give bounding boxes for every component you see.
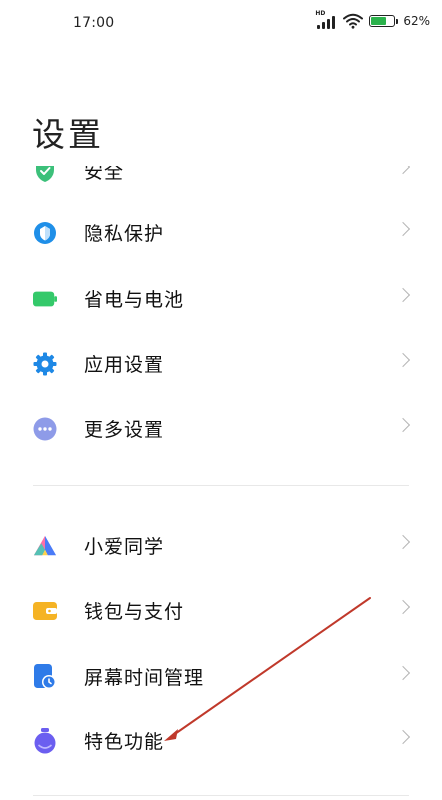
special-features-icon — [33, 728, 57, 754]
settings-item-wallet[interactable]: 钱包与支付 — [0, 590, 442, 630]
settings-item-label: 特色功能 — [84, 731, 165, 753]
chevron-right-icon — [395, 166, 411, 175]
settings-item-privacy[interactable]: 隐私保护 — [0, 212, 442, 252]
settings-item-label: 屏幕时间管理 — [84, 667, 205, 689]
settings-item-more-settings[interactable]: 更多设置 — [0, 408, 442, 448]
status-time: 17:00 — [73, 15, 115, 31]
xiaoai-icon — [33, 534, 57, 558]
more-dots-icon — [33, 417, 57, 441]
chevron-right-icon — [395, 729, 411, 745]
settings-item-special-features[interactable]: 特色功能 — [0, 720, 442, 760]
settings-screen: 17:00 HD 62% 设置 安全 隐私保护 省电与电池 应用设置 更多设置 … — [0, 0, 442, 800]
wifi-icon — [343, 13, 364, 29]
gear-icon — [33, 352, 57, 376]
battery-fill — [371, 17, 386, 25]
settings-item-label: 安全 — [84, 161, 125, 183]
chevron-right-icon — [395, 221, 411, 237]
page-title: 设置 — [32, 115, 104, 154]
settings-item-label: 更多设置 — [84, 419, 165, 441]
wallet-icon — [33, 599, 57, 623]
status-bar: 17:00 HD 62% — [0, 0, 442, 48]
battery-percent: 62% — [403, 14, 430, 28]
settings-item-label: 应用设置 — [84, 354, 165, 376]
settings-item-screen-time[interactable]: 屏幕时间管理 — [0, 656, 442, 696]
settings-item-app-settings[interactable]: 应用设置 — [0, 343, 442, 383]
chevron-right-icon — [395, 417, 411, 433]
security-shield-icon — [33, 166, 57, 183]
privacy-icon — [33, 221, 57, 245]
battery-icon — [33, 287, 57, 311]
settings-item-label: 小爱同学 — [84, 536, 165, 558]
status-icons: HD 62% — [315, 10, 430, 29]
battery-icon — [369, 15, 399, 27]
screen-time-icon — [33, 664, 57, 689]
signal-hd-tag: HD — [315, 10, 326, 17]
settings-item-battery[interactable]: 省电与电池 — [0, 278, 442, 318]
chevron-right-icon — [395, 287, 411, 303]
chevron-right-icon — [395, 599, 411, 615]
settings-item-security[interactable]: 安全 — [0, 161, 442, 190]
settings-item-label: 钱包与支付 — [84, 601, 185, 623]
chevron-right-icon — [395, 665, 411, 681]
bottom-divider — [33, 795, 409, 796]
chevron-right-icon — [395, 534, 411, 550]
settings-item-xiaoai[interactable]: 小爱同学 — [0, 525, 442, 565]
settings-item-label: 隐私保护 — [84, 223, 165, 245]
chevron-right-icon — [395, 352, 411, 368]
settings-item-label: 省电与电池 — [84, 289, 185, 311]
group-divider — [33, 485, 409, 486]
cellular-signal-icon: HD — [315, 10, 337, 29]
